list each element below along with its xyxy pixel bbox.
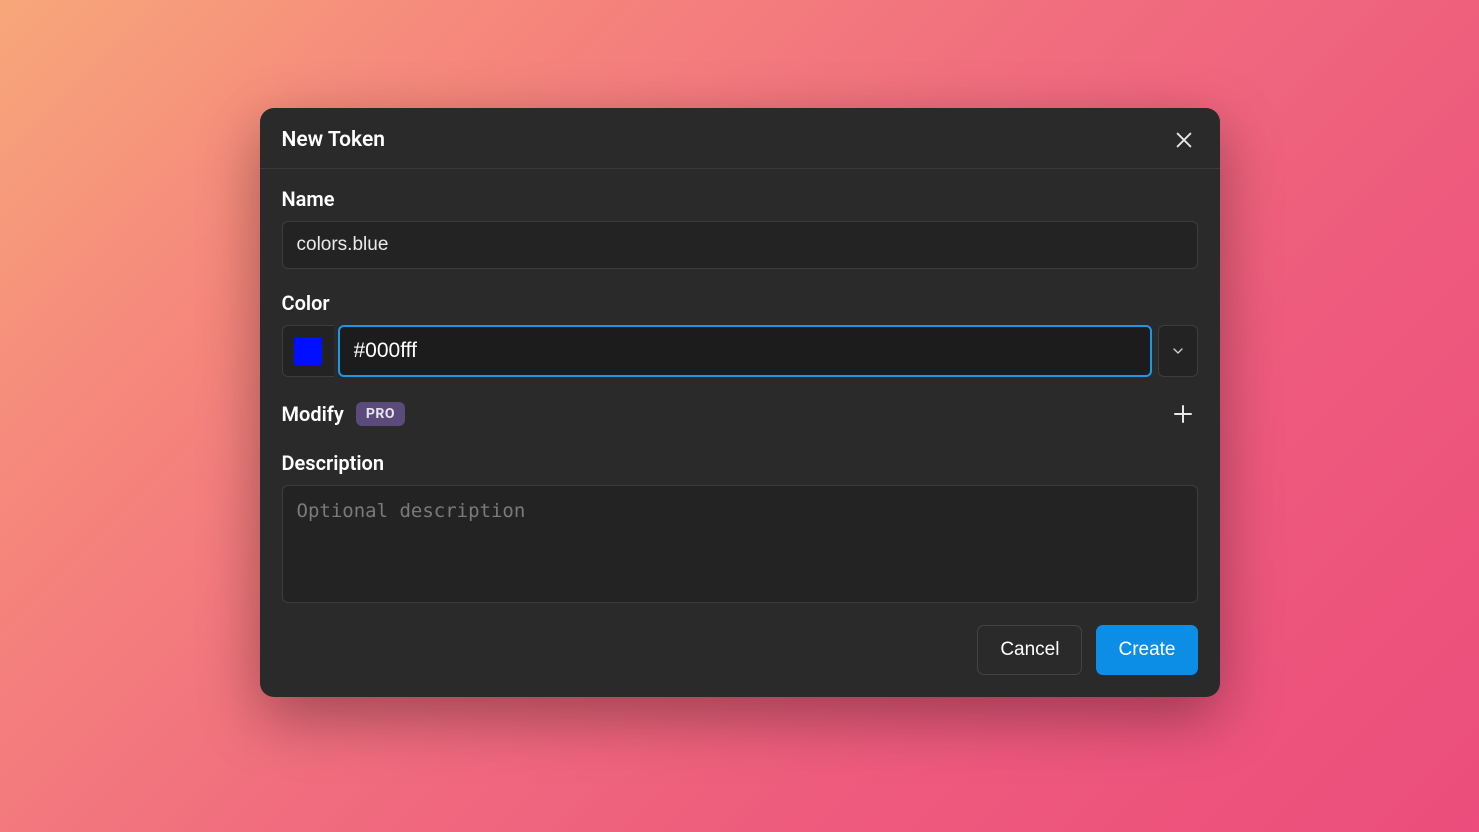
dialog-title: New Token — [282, 128, 385, 152]
dialog-body: Name Color Modify PRO — [260, 169, 1220, 697]
description-label: Description — [282, 451, 1198, 475]
color-row — [282, 325, 1198, 377]
color-dropdown-button[interactable] — [1158, 325, 1198, 377]
dialog-footer: Cancel Create — [282, 607, 1198, 675]
cancel-button[interactable]: Cancel — [977, 625, 1082, 675]
modify-row: Modify PRO — [282, 399, 1198, 429]
modify-label: Modify — [282, 402, 344, 426]
add-modifier-button[interactable] — [1168, 399, 1198, 429]
close-icon — [1173, 129, 1195, 151]
new-token-dialog: New Token Name Color — [260, 108, 1220, 697]
description-input[interactable] — [282, 485, 1198, 603]
chevron-down-icon — [1170, 343, 1186, 359]
close-button[interactable] — [1170, 126, 1198, 154]
dialog-header: New Token — [260, 108, 1220, 169]
plus-icon — [1171, 402, 1195, 426]
color-swatch-button[interactable] — [282, 325, 334, 377]
color-label: Color — [282, 291, 1198, 315]
color-field-group: Color — [282, 291, 1198, 377]
color-swatch — [294, 337, 322, 365]
modify-left: Modify PRO — [282, 402, 405, 426]
name-label: Name — [282, 187, 1198, 211]
name-field-group: Name — [282, 187, 1198, 269]
description-field-group: Description — [282, 451, 1198, 607]
create-button[interactable]: Create — [1096, 625, 1197, 675]
color-input[interactable] — [338, 325, 1152, 377]
name-input[interactable] — [282, 221, 1198, 269]
pro-badge: PRO — [356, 402, 405, 426]
